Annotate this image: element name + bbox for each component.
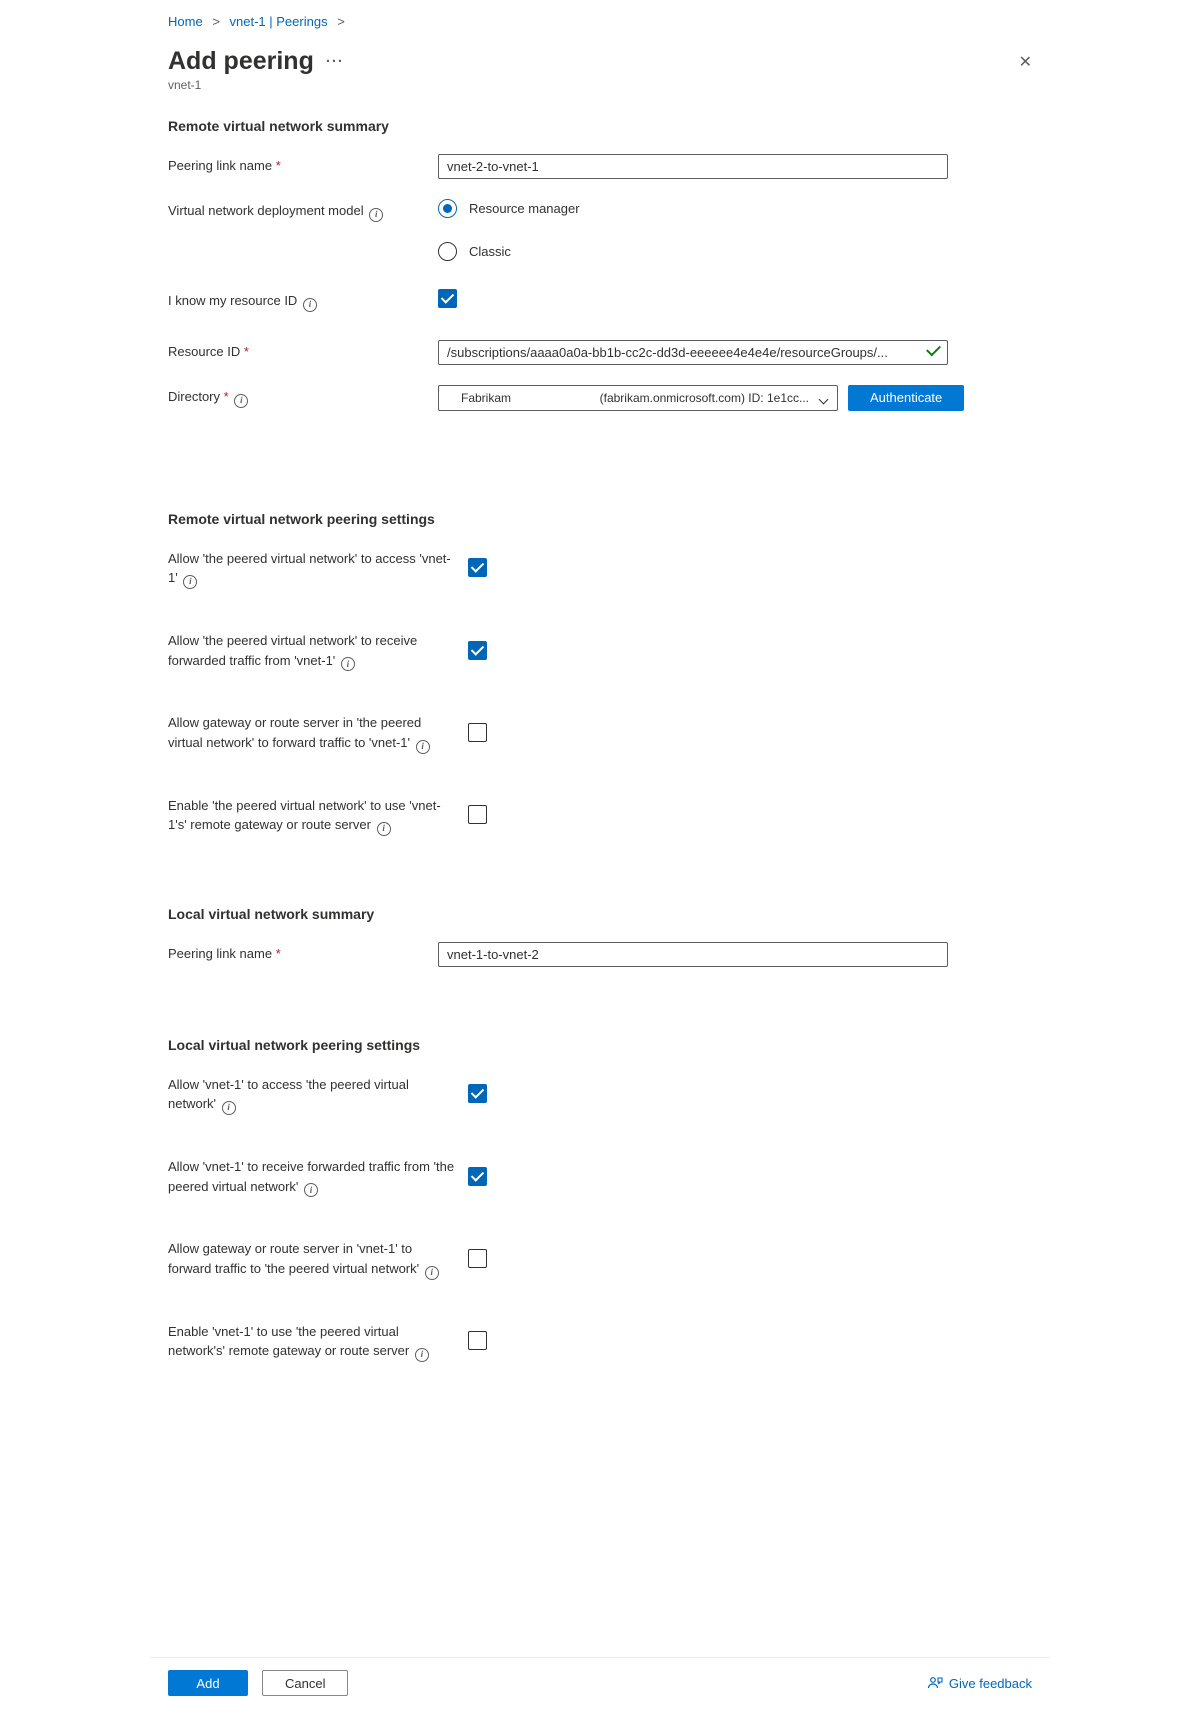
info-icon[interactable]	[183, 575, 197, 589]
remote-enable-gw-checkbox[interactable]	[468, 805, 487, 824]
remote-allow-fwd-checkbox[interactable]	[468, 641, 487, 660]
label-remote-allow-access: Allow 'the peered virtual network' to ac…	[168, 547, 468, 589]
chevron-right-icon: >	[331, 14, 351, 29]
breadcrumb-home[interactable]: Home	[168, 14, 203, 29]
info-icon[interactable]	[341, 657, 355, 671]
info-icon[interactable]	[415, 1348, 429, 1362]
radio-resource-manager[interactable]: Resource manager	[438, 199, 1032, 218]
close-icon[interactable]: ✕	[1019, 52, 1032, 72]
label-know-resource-id: I know my resource ID	[168, 289, 438, 312]
local-peering-link-name-input[interactable]	[438, 942, 948, 967]
chevron-down-icon	[819, 394, 829, 404]
info-icon[interactable]	[369, 208, 383, 222]
label-local-peering-link-name: Peering link name *	[168, 942, 438, 964]
label-directory: Directory *	[168, 385, 438, 408]
label-local-allow-access: Allow 'vnet-1' to access 'the peered vir…	[168, 1073, 468, 1115]
info-icon[interactable]	[416, 740, 430, 754]
directory-select[interactable]: Fabrikam (fabrikam.onmicrosoft.com) ID: …	[438, 385, 838, 411]
info-icon[interactable]	[425, 1266, 439, 1280]
give-feedback-link[interactable]: Give feedback	[927, 1675, 1032, 1691]
label-local-allow-fwd: Allow 'vnet-1' to receive forwarded traf…	[168, 1155, 468, 1197]
info-icon[interactable]	[234, 394, 248, 408]
remote-allow-access-checkbox[interactable]	[468, 558, 487, 577]
authenticate-button[interactable]: Authenticate	[848, 385, 964, 411]
label-local-enable-gw: Enable 'vnet-1' to use 'the peered virtu…	[168, 1320, 468, 1362]
label-remote-allow-fwd: Allow 'the peered virtual network' to re…	[168, 629, 468, 671]
remote-allow-gw-checkbox[interactable]	[468, 723, 487, 742]
add-button[interactable]: Add	[168, 1670, 248, 1696]
section-remote-settings: Remote virtual network peering settings	[168, 511, 1032, 527]
resource-id-input[interactable]	[438, 340, 948, 365]
breadcrumb-vnet[interactable]: vnet-1 | Peerings	[230, 14, 328, 29]
info-icon[interactable]	[303, 298, 317, 312]
label-peering-link-name: Peering link name *	[168, 154, 438, 176]
local-allow-access-checkbox[interactable]	[468, 1084, 487, 1103]
section-remote-summary: Remote virtual network summary	[168, 118, 1032, 134]
know-resource-id-checkbox[interactable]	[438, 289, 457, 308]
local-enable-gw-checkbox[interactable]	[468, 1331, 487, 1350]
more-icon[interactable]: ···	[326, 53, 344, 70]
page-title: Add peering ···	[168, 47, 344, 76]
info-icon[interactable]	[222, 1101, 236, 1115]
info-icon[interactable]	[377, 822, 391, 836]
label-deploy-model: Virtual network deployment model	[168, 199, 438, 222]
remote-peering-link-name-input[interactable]	[438, 154, 948, 179]
feedback-person-icon	[927, 1675, 943, 1691]
radio-classic[interactable]: Classic	[438, 242, 1032, 261]
chevron-right-icon: >	[206, 14, 226, 29]
local-allow-gw-checkbox[interactable]	[468, 1249, 487, 1268]
section-local-summary: Local virtual network summary	[168, 906, 1032, 922]
breadcrumb: Home > vnet-1 | Peerings >	[168, 14, 1032, 29]
local-allow-fwd-checkbox[interactable]	[468, 1167, 487, 1186]
label-remote-allow-gw: Allow gateway or route server in 'the pe…	[168, 711, 468, 753]
page-subtitle: vnet-1	[168, 78, 1032, 92]
label-resource-id: Resource ID *	[168, 340, 438, 362]
label-local-allow-gw: Allow gateway or route server in 'vnet-1…	[168, 1237, 468, 1279]
info-icon[interactable]	[304, 1183, 318, 1197]
cancel-button[interactable]: Cancel	[262, 1670, 348, 1696]
label-remote-enable-gw: Enable 'the peered virtual network' to u…	[168, 794, 468, 836]
section-local-settings: Local virtual network peering settings	[168, 1037, 1032, 1053]
